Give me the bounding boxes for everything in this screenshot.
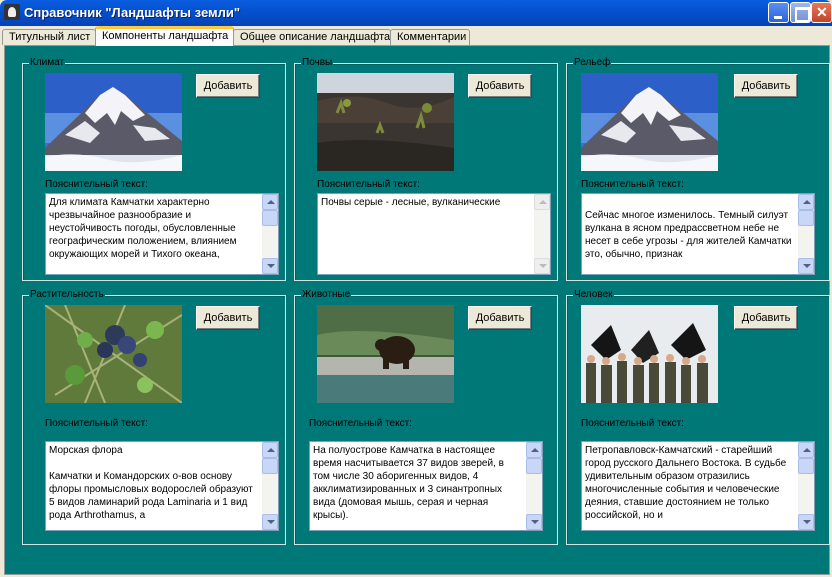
explanatory-text: Для климата Камчатки характерно чрезвыча…: [49, 197, 240, 260]
scrollbar[interactable]: [798, 442, 814, 530]
panel-soils: Почвы Добавить Пояснительный текст: Почв…: [294, 57, 558, 281]
explanatory-text-area[interactable]: Петропавловск-Камчатский - старейший гор…: [581, 441, 815, 531]
tab-landscape-components[interactable]: Компоненты ландшафта: [95, 26, 234, 46]
add-button[interactable]: Добавить: [734, 306, 798, 330]
scroll-up-icon[interactable]: [798, 442, 814, 458]
scroll-up-icon[interactable]: [262, 442, 278, 458]
scroll-up-icon[interactable]: [534, 194, 550, 210]
scroll-down-icon[interactable]: [798, 258, 814, 274]
volcano-photo: [45, 73, 182, 171]
panel-title: Растительность: [29, 289, 105, 301]
explanatory-text-label: Пояснительный текст:: [45, 179, 148, 190]
scrollbar[interactable]: [798, 194, 814, 274]
panel-human: Человек Добавить Пояснительный текст: Пе…: [566, 289, 830, 545]
explanatory-text-area[interactable]: Сейчас многое изменилось. Темный силуэт …: [581, 193, 815, 275]
scroll-up-icon[interactable]: [262, 194, 278, 210]
panel-vegetation: Растительность Добавить Пояснительный те…: [22, 289, 286, 545]
explanatory-text: Сейчас многое изменилось. Темный силуэт …: [585, 210, 792, 260]
panel-title: Животные: [301, 289, 352, 301]
panel-relief: Рельеф Добавить Пояснительный текст: Сей…: [566, 57, 830, 281]
window-title: Справочник "Ландшафты земли": [24, 5, 241, 20]
explanatory-text: Морская флора Камчатки и Командорских о-…: [49, 445, 253, 521]
tab-general-description[interactable]: Общее описание ландшафта: [233, 29, 391, 45]
tab-title-page[interactable]: Титульный лист: [2, 29, 96, 45]
scroll-thumb[interactable]: [526, 458, 542, 474]
add-button[interactable]: Добавить: [468, 74, 532, 98]
tab-strip: Титульный лист Компоненты ландшафта Обще…: [0, 26, 832, 46]
close-button[interactable]: [811, 2, 832, 23]
explanatory-text-area[interactable]: Для климата Камчатки характерно чрезвыча…: [45, 193, 279, 275]
scroll-down-icon[interactable]: [798, 514, 814, 530]
scrollbar[interactable]: [262, 194, 278, 274]
explanatory-text-label: Пояснительный текст:: [581, 179, 684, 190]
add-button[interactable]: Добавить: [196, 74, 260, 98]
scroll-down-icon[interactable]: [526, 514, 542, 530]
scrollbar[interactable]: [534, 194, 550, 274]
scroll-thumb[interactable]: [262, 210, 278, 226]
add-button[interactable]: Добавить: [468, 306, 532, 330]
add-button[interactable]: Добавить: [196, 306, 260, 330]
explanatory-text-area[interactable]: Морская флора Камчатки и Командорских о-…: [45, 441, 279, 531]
scroll-thumb[interactable]: [798, 210, 814, 226]
panel-title: Рельеф: [573, 57, 612, 69]
scroll-down-icon[interactable]: [534, 258, 550, 274]
scrollbar[interactable]: [262, 442, 278, 530]
add-button[interactable]: Добавить: [734, 74, 798, 98]
panel-title: Почвы: [301, 57, 334, 69]
scroll-down-icon[interactable]: [262, 514, 278, 530]
scroll-up-icon[interactable]: [526, 442, 542, 458]
explanatory-text: На полуострове Камчатка в настоящее врем…: [313, 445, 507, 521]
scroll-thumb[interactable]: [798, 458, 814, 474]
explanatory-text: Петропавловск-Камчатский - старейший гор…: [585, 445, 789, 521]
maximize-button[interactable]: [790, 2, 811, 23]
panel-climate: Климат Добавить Пояснительный текст: Для…: [22, 57, 286, 281]
explanatory-text: Почвы серые - лесные, вулканические: [321, 197, 501, 208]
scroll-thumb[interactable]: [262, 458, 278, 474]
hunters-photo: [581, 305, 718, 403]
volcano-photo: [581, 73, 718, 171]
scrollbar[interactable]: [526, 442, 542, 530]
minimize-button[interactable]: [768, 2, 789, 23]
panel-title: Человек: [573, 289, 614, 301]
bear-photo: [317, 305, 454, 403]
scroll-down-icon[interactable]: [262, 258, 278, 274]
panel-animals: Животные Добавить Пояснительный текст: Н…: [294, 289, 558, 545]
explanatory-text-area[interactable]: Почвы серые - лесные, вулканические: [317, 193, 551, 275]
soil-photo: [317, 73, 454, 171]
app-icon: [4, 4, 20, 20]
tab-comments[interactable]: Комментарии: [390, 29, 470, 45]
explanatory-text-label: Пояснительный текст:: [317, 179, 420, 190]
title-bar: Справочник "Ландшафты земли": [0, 0, 832, 26]
scroll-up-icon[interactable]: [798, 194, 814, 210]
explanatory-text-label: Пояснительный текст:: [581, 418, 684, 429]
panel-title: Климат: [29, 57, 66, 69]
explanatory-text-label: Пояснительный текст:: [45, 418, 148, 429]
vegetation-photo: [45, 305, 182, 403]
explanatory-text-label: Пояснительный текст:: [309, 418, 412, 429]
explanatory-text-area[interactable]: На полуострове Камчатка в настоящее врем…: [309, 441, 543, 531]
